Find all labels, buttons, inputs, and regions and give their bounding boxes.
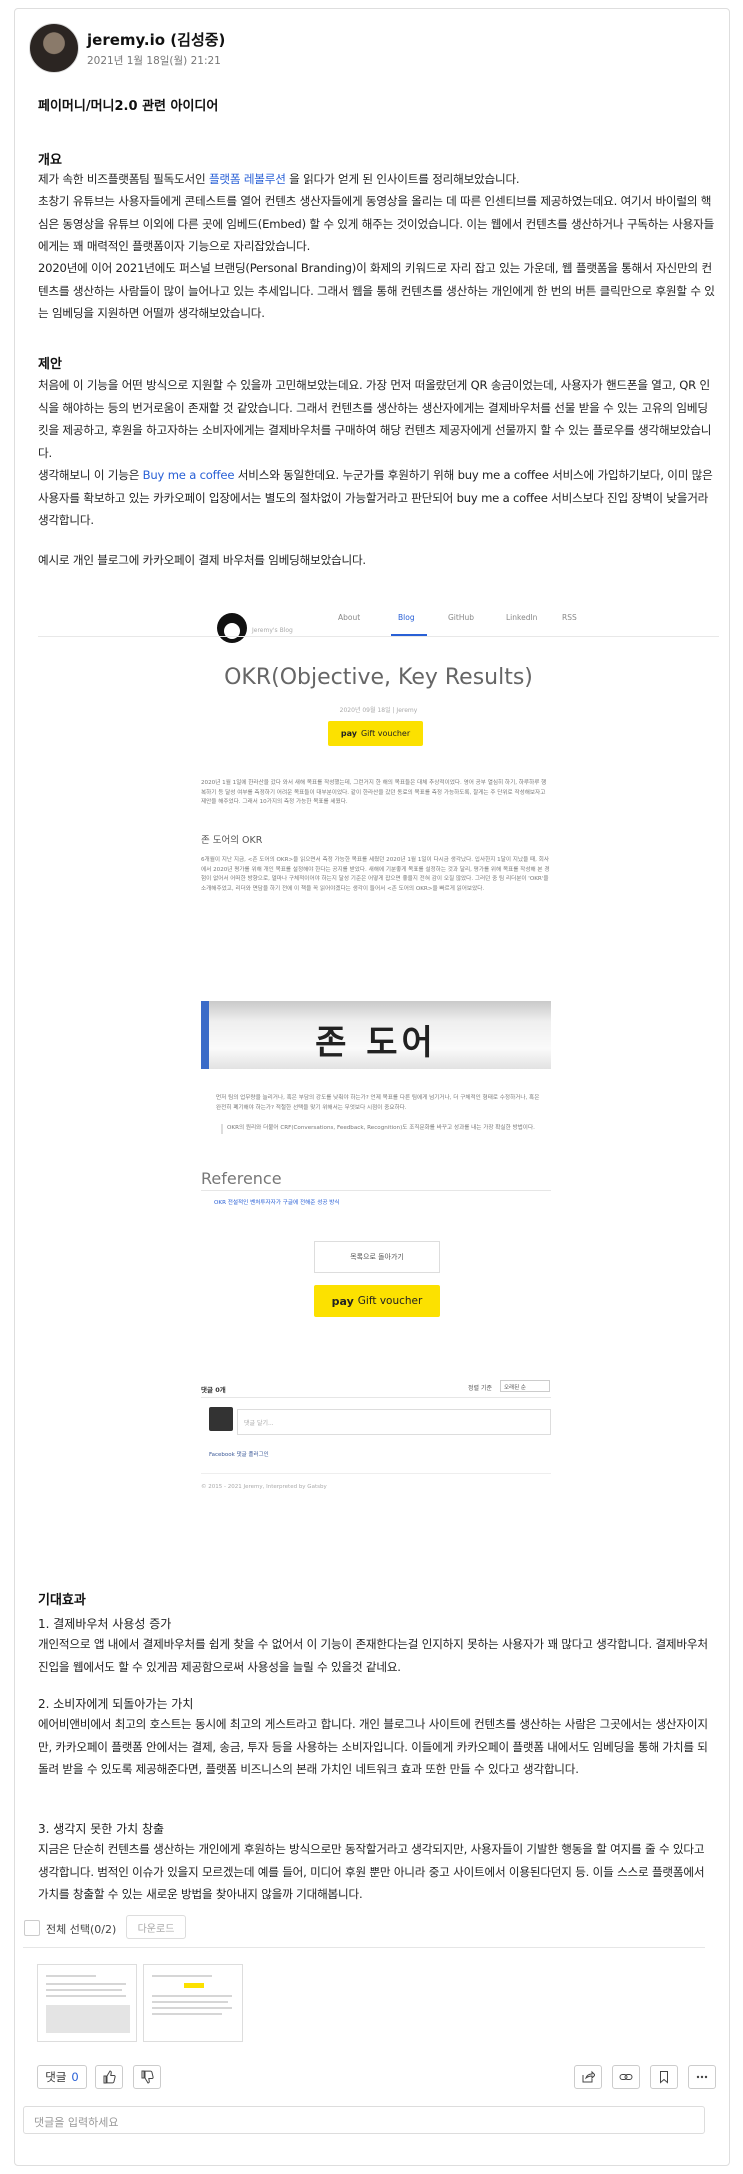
- effect-3-title: 3. 생각지 못한 가치 창출: [38, 1822, 165, 1836]
- blog-quote: OKR의 원리와 더불어 CRF(Conversations, Feedback…: [221, 1124, 546, 1134]
- thumb2-line-1: [152, 1975, 212, 1977]
- thumb2-pay-button: [184, 1983, 204, 1988]
- blog-bullet-1: 먼저 팀의 업무량을 늘리거나, 혹은 부담의 강도를 낮춰야 하는가? 언제 …: [216, 1095, 540, 1111]
- like-button[interactable]: [95, 2065, 123, 2089]
- thumb1-line-2: [46, 1983, 126, 1985]
- blog-nav-linkedin: LinkedIn: [506, 613, 538, 622]
- attachment-thumbnail-1[interactable]: [37, 1964, 137, 2042]
- more-button[interactable]: [688, 2065, 716, 2089]
- comment-count-button[interactable]: 댓글 0: [37, 2065, 87, 2089]
- thumb2-line-5: [152, 2013, 222, 2015]
- blog-nav-active-indicator: [391, 634, 427, 636]
- post-date: 2021년 1월 18일(월) 21:21: [87, 55, 221, 67]
- proposal-para1: 처음에 이 기능을 어떤 방식으로 지원할 수 있을까 고민해보았는데요. 가장…: [38, 378, 712, 460]
- blog-nav-divider: [38, 636, 719, 637]
- proposal-para3: 예시로 개인 블로그에 카카오페이 결제 바우처를 임베딩해보았습니다.: [38, 553, 366, 567]
- blog-comment-input: 댓글 달기...: [237, 1409, 551, 1435]
- blog-pay-voucher-top: pay Gift voucher: [328, 721, 423, 746]
- link-icon: [619, 2070, 633, 2084]
- blog-section-heading: 존 도어의 OKR: [201, 835, 263, 846]
- buy-me-a-coffee-link[interactable]: Buy me a coffee: [143, 468, 235, 482]
- overview-line1-pre: 제가 속한 비즈플랫폼팀 필독도서인: [38, 172, 209, 186]
- blog-pay-voucher-bottom: pay Gift voucher: [314, 1285, 440, 1317]
- blog-comment-avatar: [209, 1407, 233, 1431]
- blog-reference-link: OKR 전설적인 벤처투자자가 구글에 전해준 성공 방식: [214, 1200, 340, 1206]
- proposal-para2: 생각해보니 이 기능은 Buy me a coffee 서비스와 동일한데요. …: [38, 464, 718, 532]
- photo-text: 존 도어: [315, 1023, 437, 1063]
- author-avatar[interactable]: [29, 23, 79, 73]
- effect-3-body: 지금은 단순히 컨텐츠를 생산하는 개인에게 후원하는 방식으로만 동작할거라고…: [38, 1842, 705, 1901]
- thumb1-line-4: [46, 1995, 126, 1997]
- overview-para2: 초창기 유튜브는 사용자들에게 콘테스트를 열어 컨텐츠 생산자들에게 동영상을…: [38, 194, 715, 253]
- effects-heading: 기대효과: [38, 1593, 86, 1608]
- blog-comments-count: 댓글 0개: [201, 1386, 226, 1394]
- thumb1-line-1: [46, 1975, 96, 1977]
- comment-input[interactable]: 댓글을 입력하세요: [23, 2106, 705, 2134]
- blog-nav-github: GitHub: [448, 613, 474, 622]
- select-all-checkbox[interactable]: [24, 1920, 40, 1936]
- proposal-para2-pre: 생각해보니 이 기능은: [38, 468, 143, 482]
- comment-count: 0: [71, 2070, 79, 2084]
- blog-back-to-list-button: 목록으로 돌아가기: [314, 1241, 440, 1273]
- copy-link-button[interactable]: [612, 2065, 640, 2089]
- more-icon: [695, 2070, 709, 2084]
- blog-reference-divider: [201, 1190, 551, 1191]
- comment-button-label: 댓글: [45, 2070, 67, 2084]
- blog-sort-label: 정렬 기준: [468, 1385, 492, 1392]
- blog-logo-icon: [217, 613, 247, 643]
- effect-2-body: 에어비앤비에서 최고의 호스트는 동시에 최고의 게스트라고 합니다. 개인 블…: [38, 1717, 708, 1776]
- book-cover-photo: 존 도어: [201, 1001, 551, 1069]
- pay-logo-label: pay: [340, 729, 357, 738]
- attachment-thumbnail-2[interactable]: [143, 1964, 243, 2042]
- blog-reference-heading: Reference: [201, 1169, 282, 1188]
- blog-footer-divider: [201, 1473, 551, 1474]
- dislike-button[interactable]: [133, 2065, 161, 2089]
- blog-comments-divider: [201, 1397, 551, 1398]
- thumb1-line-3: [46, 1989, 122, 1991]
- blog-footer: © 2015 - 2021 Jeremy, Interpreted by Gat…: [201, 1484, 327, 1490]
- author-name[interactable]: jeremy.io (김성중): [87, 29, 225, 50]
- blog-name: Jeremy's Blog: [252, 627, 293, 634]
- blog-sort-select: 오래된 순: [500, 1380, 550, 1392]
- post-card: jeremy.io (김성중) 2021년 1월 18일(월) 21:21 페이…: [14, 8, 730, 2166]
- share-icon: [581, 2070, 595, 2084]
- embedded-blog-screenshot: Jeremy's Blog About Blog GitHub LinkedIn…: [38, 601, 719, 1521]
- overview-line1-post: 을 읽다가 얻게 된 인사이트를 정리해보았습니다.: [285, 172, 520, 186]
- facebook-plugin-label: Facebook 댓글 플러그인: [209, 1452, 269, 1458]
- share-button[interactable]: [574, 2065, 602, 2089]
- blog-intro-text: 2020년 1월 1일에 한라산을 갔다 와서 새해 목표를 작성했는데, 그런…: [201, 780, 547, 806]
- thumb1-image: [46, 2005, 130, 2033]
- overview-para3: 2020년에 이어 2021년에도 퍼스널 브랜딩(Personal Brand…: [38, 261, 715, 320]
- overview-heading: 개요: [38, 153, 62, 168]
- like-icon: [102, 2070, 116, 2084]
- gift-voucher-label: Gift voucher: [360, 729, 411, 738]
- blog-nav-blog: Blog: [398, 613, 415, 622]
- overview-line1: 제가 속한 비즈플랫폼팀 필독도서인 플랫폼 레볼루션 을 읽다가 얻게 된 인…: [38, 168, 718, 191]
- select-all-label[interactable]: 전체 선택(0/2): [46, 1921, 116, 1937]
- thumb2-line-4: [152, 2007, 232, 2009]
- post-title: 페이머니/머니2.0 관련 아이디어: [38, 99, 219, 114]
- effect-2-title: 2. 소비자에게 되돌아가는 가치: [38, 1697, 194, 1711]
- blog-post-subtitle: 2020년 09월 18일 | Jeremy: [339, 707, 418, 714]
- platform-revolution-link[interactable]: 플랫폼 레볼루션: [209, 172, 286, 186]
- proposal-heading: 제안: [38, 357, 62, 372]
- thumb2-line-2: [152, 1995, 232, 1997]
- attachments-divider: [23, 1947, 705, 1948]
- effect-1-body: 개인적으로 앱 내에서 결제바우처를 쉽게 찾을 수 없어서 이 기능이 존재한…: [38, 1637, 708, 1674]
- download-button[interactable]: 다운로드: [126, 1915, 186, 1939]
- blog-nav-rss: RSS: [562, 613, 577, 622]
- bookmark-icon: [657, 2070, 671, 2084]
- effect-1-title: 1. 결제바우처 사용성 증가: [38, 1617, 172, 1631]
- dislike-icon: [140, 2070, 154, 2084]
- gift-voucher-label-bottom: Gift voucher: [357, 1295, 423, 1307]
- pay-logo-label-bottom: pay: [331, 1294, 354, 1308]
- thumb2-line-3: [152, 2001, 228, 2003]
- blog-body-text: 6개월이 지난 지금, <존 도어의 OKR>을 읽으면서 측정 가능한 목표를…: [201, 857, 550, 892]
- bookmark-button[interactable]: [650, 2065, 678, 2089]
- blog-nav-about: About: [338, 613, 361, 622]
- blog-post-title: OKR(Objective, Key Results): [224, 665, 533, 690]
